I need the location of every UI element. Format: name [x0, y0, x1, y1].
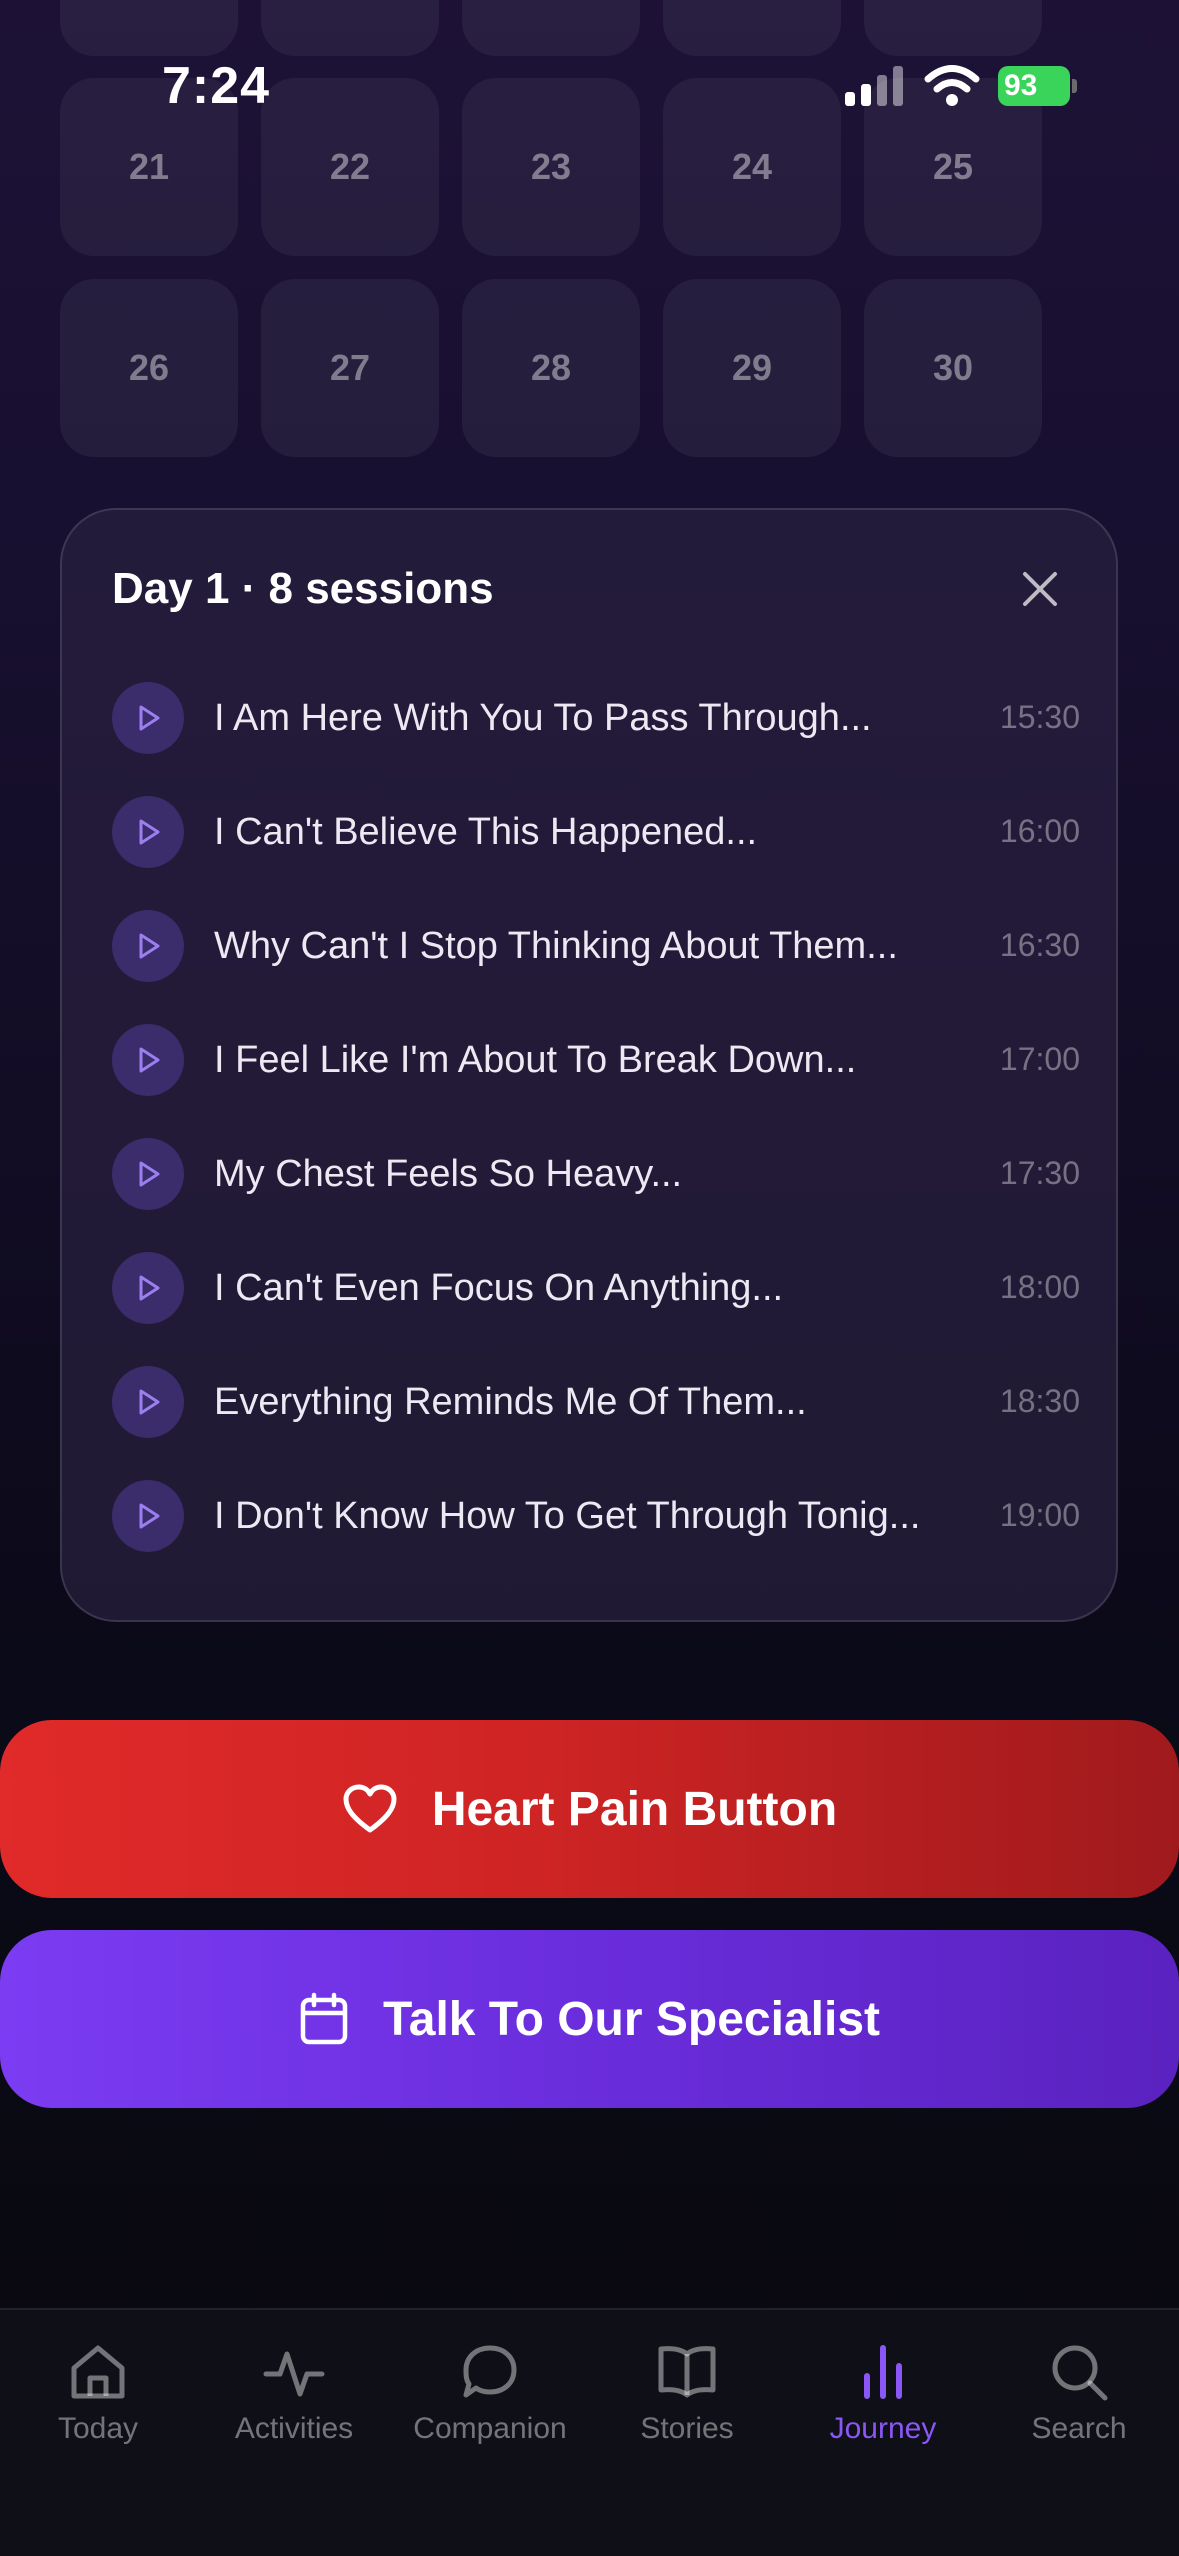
session-time: 16:00 [999, 813, 1080, 849]
bar-chart-icon [864, 2345, 902, 2399]
panel-title: Day 1 · 8 sessions [112, 564, 494, 613]
session-title: Everything Reminds Me Of Them... [214, 1381, 807, 1423]
session-title: I Don't Know How To Get Through Tonig... [214, 1495, 921, 1537]
activity-icon [263, 2351, 325, 2397]
play-button[interactable] [112, 1024, 184, 1096]
status-time: 7:24 [162, 57, 271, 115]
session-item[interactable]: My Chest Feels So Heavy... 17:30 [112, 1138, 1080, 1214]
tab-label: Search [1031, 2412, 1127, 2445]
play-icon [139, 819, 160, 845]
session-item[interactable]: I Can't Believe This Happened... 16:00 [112, 796, 1080, 872]
heart-icon [343, 1784, 397, 1833]
play-button[interactable] [112, 1252, 184, 1324]
session-title: I Can't Believe This Happened... [214, 811, 758, 853]
session-title: I Can't Even Focus On Anything... [214, 1267, 784, 1309]
wifi-icon [924, 65, 980, 106]
tab-label: Journey [829, 2412, 937, 2445]
play-icon [139, 1275, 160, 1301]
play-icon [139, 705, 160, 731]
tab-bar: Today Activities Companion Stories Journ… [0, 2308, 1179, 2556]
play-icon [139, 1047, 160, 1073]
chat-bubble-icon [463, 2345, 517, 2398]
session-time: 17:30 [999, 1155, 1080, 1191]
book-icon [658, 2346, 716, 2398]
tab-today[interactable]: Today [0, 2340, 196, 2480]
play-button[interactable] [112, 1366, 184, 1438]
tab-search[interactable]: Search [981, 2340, 1177, 2480]
battery-indicator: 93 [998, 66, 1077, 106]
calendar-day-cell[interactable]: 28 [462, 279, 640, 457]
session-item[interactable]: I Feel Like I'm About To Break Down... 1… [112, 1024, 1080, 1100]
heart-pain-button[interactable]: Heart Pain Button [0, 1720, 1179, 1898]
tab-stories[interactable]: Stories [589, 2340, 785, 2480]
tab-label: Today [57, 2412, 139, 2445]
session-title: My Chest Feels So Heavy... [214, 1153, 683, 1195]
play-button[interactable] [112, 1138, 184, 1210]
play-icon [139, 933, 160, 959]
session-item[interactable]: I Am Here With You To Pass Through... 15… [112, 682, 1080, 758]
calendar-day-cell[interactable]: 27 [261, 279, 439, 457]
play-icon [139, 1503, 160, 1529]
play-icon [139, 1161, 160, 1187]
session-time: 18:00 [999, 1269, 1080, 1305]
play-icon [139, 1389, 160, 1415]
tab-label: Stories [640, 2412, 734, 2445]
session-title: I Am Here With You To Pass Through... [214, 697, 872, 739]
session-time: 19:00 [999, 1497, 1080, 1533]
tab-journey[interactable]: Journey [785, 2340, 981, 2480]
calendar-day-cell[interactable]: 26 [60, 279, 238, 457]
talk-to-specialist-label: Talk To Our Specialist [382, 1992, 880, 2046]
play-button[interactable] [112, 1480, 184, 1552]
tab-label: Activities [234, 2412, 354, 2445]
session-item[interactable]: I Can't Even Focus On Anything... 18:00 [112, 1252, 1080, 1328]
talk-to-specialist-button[interactable]: Talk To Our Specialist [0, 1930, 1179, 2108]
play-button[interactable] [112, 910, 184, 982]
session-item[interactable]: I Don't Know How To Get Through Tonig...… [112, 1480, 1080, 1556]
status-bar: 7:24 93 [0, 0, 1179, 170]
cellular-signal-icon [845, 66, 903, 106]
day-sessions-panel: Day 1 · 8 sessions I Am Here With You To… [60, 508, 1118, 1622]
calendar-day-cell[interactable]: 29 [663, 279, 841, 457]
tab-companion[interactable]: Companion [392, 2340, 588, 2480]
home-icon [71, 2345, 125, 2399]
play-button[interactable] [112, 682, 184, 754]
close-icon[interactable] [1017, 566, 1063, 612]
battery-level: 93 [1004, 69, 1038, 102]
tab-activities[interactable]: Activities [196, 2340, 392, 2480]
play-button[interactable] [112, 796, 184, 868]
heart-pain-button-label: Heart Pain Button [431, 1782, 838, 1836]
calendar-icon [300, 1992, 348, 2045]
session-time: 16:30 [999, 927, 1080, 963]
search-icon [1052, 2345, 1108, 2401]
session-time: 17:00 [999, 1041, 1080, 1077]
session-title: I Feel Like I'm About To Break Down... [214, 1039, 857, 1081]
session-time: 15:30 [999, 699, 1080, 735]
tab-label: Companion [413, 2412, 567, 2445]
calendar-day-cell[interactable]: 30 [864, 279, 1042, 457]
session-item[interactable]: Everything Reminds Me Of Them... 18:30 [112, 1366, 1080, 1442]
session-time: 18:30 [999, 1383, 1080, 1419]
session-item[interactable]: Why Can't I Stop Thinking About Them... … [112, 910, 1080, 986]
session-title: Why Can't I Stop Thinking About Them... [214, 925, 898, 967]
